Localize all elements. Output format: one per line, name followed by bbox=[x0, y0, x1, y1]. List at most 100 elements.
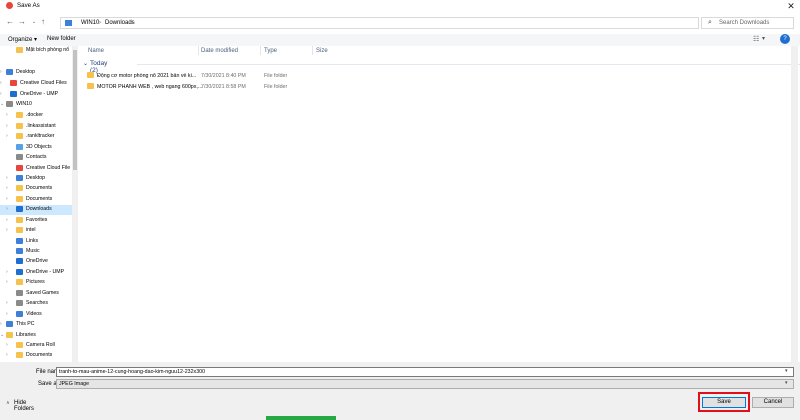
nav-item-onedrive[interactable]: OneDrive bbox=[0, 257, 72, 267]
nav-scrollbar-thumb[interactable] bbox=[73, 50, 77, 170]
collapse-chevron-icon[interactable]: › bbox=[6, 279, 8, 285]
column-divider[interactable] bbox=[198, 46, 199, 55]
breadcrumb-separator-icon[interactable]: › bbox=[131, 20, 133, 26]
nav-item-onedrive-ump[interactable]: › OneDrive - UMP bbox=[0, 90, 72, 100]
column-date-modified[interactable]: Date modified bbox=[201, 48, 238, 54]
file-row[interactable]: Động cơ motor phòng nổ 2021 bản về ki...… bbox=[85, 71, 745, 81]
folder-icon bbox=[16, 175, 23, 181]
nav-item-intel[interactable]: › intel bbox=[0, 226, 72, 236]
collapse-chevron-icon[interactable]: ⌄ bbox=[83, 60, 88, 67]
nav-item-links[interactable]: Links bbox=[0, 237, 72, 247]
nav-item-label: Libraries bbox=[16, 332, 36, 338]
breadcrumb-separator-icon[interactable]: › bbox=[99, 20, 101, 26]
collapse-chevron-icon[interactable]: › bbox=[6, 269, 8, 275]
folder-icon bbox=[6, 69, 13, 75]
nav-item-contacts[interactable]: Contacts bbox=[0, 153, 72, 163]
collapse-chevron-icon[interactable]: › bbox=[0, 91, 2, 97]
content-scrollbar[interactable] bbox=[791, 46, 798, 362]
nav-item-onedrive-ump[interactable]: › OneDrive - UMP bbox=[0, 268, 72, 278]
save-type-select[interactable]: JPEG Image ▾ bbox=[56, 379, 794, 389]
window-title: Save As bbox=[17, 2, 40, 9]
collapse-chevron-icon[interactable]: › bbox=[0, 321, 2, 327]
collapse-chevron-icon[interactable]: › bbox=[6, 206, 8, 212]
collapse-chevron-icon[interactable]: › bbox=[6, 185, 8, 191]
nav-item-documents[interactable]: › Documents bbox=[0, 184, 72, 194]
expand-chevron-icon[interactable]: ⌄ bbox=[0, 332, 4, 338]
column-size[interactable]: Size bbox=[316, 48, 328, 54]
cancel-button[interactable]: Cancel bbox=[752, 397, 794, 408]
file-name-input[interactable]: tranh-to-mau-anime-12-cung-hoang-dao-kim… bbox=[56, 367, 794, 377]
collapse-chevron-icon[interactable]: › bbox=[6, 196, 8, 202]
folder-icon bbox=[16, 165, 23, 171]
file-date: 7/30/2021 8:40 PM bbox=[201, 73, 246, 79]
address-bar[interactable]: WIN10 › Downloads › ⌄ ↻ bbox=[60, 17, 752, 29]
collapse-chevron-icon[interactable]: › bbox=[6, 175, 8, 181]
folder-icon bbox=[16, 144, 23, 150]
folder-icon bbox=[16, 217, 23, 223]
nav-item-label: .rankltracker bbox=[26, 133, 55, 139]
nav-item-rankltracker[interactable]: › .rankltracker bbox=[0, 132, 72, 142]
nav-item-creative-cloud-file[interactable]: Creative Cloud File bbox=[0, 164, 72, 174]
nav-item-label: Documents bbox=[26, 196, 53, 202]
new-folder-button[interactable]: New folder bbox=[47, 36, 76, 42]
help-icon[interactable]: ? bbox=[780, 34, 790, 44]
nav-item-docker[interactable]: › .docker bbox=[0, 111, 72, 121]
collapse-chevron-icon[interactable]: › bbox=[0, 80, 2, 86]
nav-item-creative-cloud-files[interactable]: › Creative Cloud Files bbox=[0, 79, 72, 89]
collapse-chevron-icon[interactable]: › bbox=[6, 133, 8, 139]
file-row[interactable]: MOTOR PHANH WEB , web ngang 600px,... 7/… bbox=[85, 82, 745, 92]
folder-icon bbox=[6, 332, 13, 338]
close-icon[interactable]: ✕ bbox=[783, 0, 799, 12]
column-name[interactable]: Name bbox=[88, 48, 104, 54]
up-arrow-icon[interactable]: ↑ bbox=[38, 16, 48, 28]
folder-icon bbox=[16, 258, 23, 264]
nav-item-label: OneDrive - UMP bbox=[20, 91, 59, 97]
nav-item-linkassistant[interactable]: › .linkassistant bbox=[0, 122, 72, 132]
collapse-chevron-icon[interactable]: › bbox=[6, 352, 8, 358]
nav-item-documents[interactable]: › Documents bbox=[0, 351, 72, 361]
nav-item-searches[interactable]: › Searches bbox=[0, 299, 72, 309]
view-options-icon[interactable]: ☷ bbox=[753, 35, 759, 43]
nav-item-saved-games[interactable]: Saved Games bbox=[0, 289, 72, 299]
folder-icon bbox=[6, 101, 13, 107]
collapse-chevron-icon[interactable]: › bbox=[6, 217, 8, 223]
collapse-chevron-icon[interactable]: › bbox=[6, 342, 8, 348]
search-input[interactable]: ⌕ Search Downloads bbox=[701, 17, 794, 29]
nav-item-pictures[interactable]: › Pictures bbox=[0, 278, 72, 288]
collapse-chevron-icon[interactable]: › bbox=[6, 123, 8, 129]
nav-item-desktop[interactable]: › Desktop bbox=[0, 174, 72, 184]
nav-item-m-t-b-ch-ph-ng-n[interactable]: Mặt bích phòng nổ bbox=[0, 46, 72, 56]
forward-arrow-icon[interactable]: → bbox=[17, 16, 27, 28]
collapse-chevron-icon[interactable]: › bbox=[0, 69, 2, 75]
column-divider[interactable] bbox=[260, 46, 261, 55]
save-type-dropdown-icon[interactable]: ▾ bbox=[785, 380, 788, 386]
file-type: File folder bbox=[264, 73, 288, 79]
nav-item-this-pc[interactable]: › This PC bbox=[0, 320, 72, 330]
column-type[interactable]: Type bbox=[264, 48, 277, 54]
file-name-dropdown-icon[interactable]: ▾ bbox=[785, 368, 788, 374]
collapse-chevron-icon[interactable]: › bbox=[6, 227, 8, 233]
nav-item-favorites[interactable]: › Favorites bbox=[0, 216, 72, 226]
nav-item-downloads[interactable]: › Downloads bbox=[0, 205, 72, 215]
nav-item-camera-roll[interactable]: › Camera Roll bbox=[0, 341, 72, 351]
save-button[interactable]: Save bbox=[702, 397, 746, 408]
nav-item-videos[interactable]: › Videos bbox=[0, 310, 72, 320]
nav-item-3d-objects[interactable]: 3D Objects bbox=[0, 143, 72, 153]
collapse-chevron-icon[interactable]: › bbox=[6, 311, 8, 317]
collapse-chevron-icon[interactable]: › bbox=[6, 112, 8, 118]
nav-item-label: Searches bbox=[26, 300, 48, 306]
expand-chevron-icon[interactable]: ⌄ bbox=[0, 101, 4, 107]
nav-item-desktop[interactable]: › Desktop bbox=[0, 68, 72, 78]
view-dropdown-icon[interactable]: ▾ bbox=[762, 35, 765, 42]
nav-scrollbar[interactable] bbox=[72, 46, 78, 362]
nav-item-win10[interactable]: ⌄ WIN10 bbox=[0, 100, 72, 110]
nav-item-music[interactable]: Music bbox=[0, 247, 72, 257]
nav-item-documents[interactable]: › Documents bbox=[0, 195, 72, 205]
breadcrumb-win10[interactable]: WIN10 bbox=[81, 20, 99, 26]
nav-item-libraries[interactable]: ⌄ Libraries bbox=[0, 331, 72, 341]
collapse-chevron-icon[interactable]: › bbox=[6, 300, 8, 306]
back-arrow-icon[interactable]: ← bbox=[5, 16, 15, 28]
column-divider[interactable] bbox=[312, 46, 313, 55]
organize-button[interactable]: Organize ▾ bbox=[8, 36, 37, 43]
folder-icon bbox=[16, 185, 23, 191]
